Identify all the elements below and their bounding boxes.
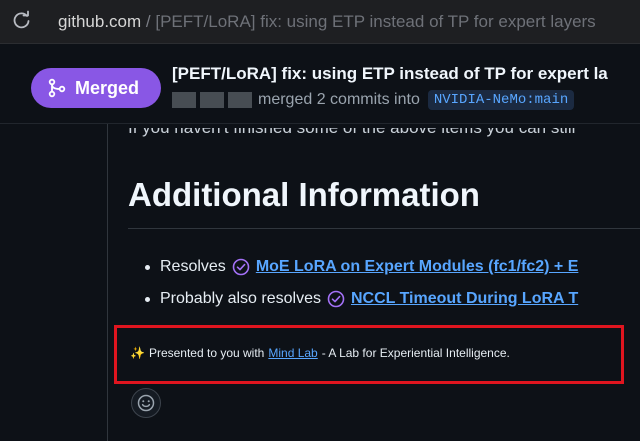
sparkles-icon: ✨ (130, 346, 145, 360)
url-path: [PEFT/LoRA] fix: using ETP instead of TP… (155, 12, 596, 31)
browser-address-bar: github.com / [PEFT/LoRA] fix: using ETP … (0, 0, 640, 44)
bullet-dot (145, 264, 150, 270)
avatar[interactable] (200, 92, 224, 108)
merged-status-badge: Merged (31, 68, 161, 108)
note-prefix: Presented to you with (148, 346, 265, 360)
git-merge-icon (48, 78, 66, 98)
reload-icon[interactable] (12, 10, 32, 30)
issue-closed-icon (232, 258, 250, 276)
issue-link[interactable]: NCCL Timeout During LoRA T (351, 290, 578, 308)
section-heading: Additional Information (128, 176, 480, 213)
heading-divider (128, 228, 640, 229)
avatar[interactable] (172, 92, 196, 108)
list-item: Resolves MoE LoRA on Expert Modules (fc1… (145, 258, 578, 276)
issue-closed-icon (327, 290, 345, 308)
merged-label: Merged (75, 77, 140, 98)
smiley-icon (137, 394, 155, 412)
list-item: Probably also resolves NCCL Timeout Duri… (145, 290, 578, 308)
target-branch-label[interactable]: NVIDIA-NeMo:main (427, 90, 575, 110)
pr-merge-summary: merged 2 commits into NVIDIA-NeMo:main (172, 90, 575, 110)
mindlab-credit-note: ✨ Presented to you with Mind Lab - A Lab… (130, 346, 510, 360)
bullet-dot (145, 296, 150, 302)
url-separator: / (145, 12, 151, 31)
author-avatars[interactable] (172, 92, 252, 108)
avatar[interactable] (228, 92, 252, 108)
issue-link[interactable]: MoE LoRA on Expert Modules (fc1/fc2) + E (256, 258, 579, 276)
bullet-label: Probably also resolves (160, 290, 321, 307)
bullet-label: Resolves (160, 258, 226, 275)
url-field[interactable]: github.com / [PEFT/LoRA] fix: using ETP … (58, 12, 596, 32)
note-suffix: - A Lab for Experiential Intelligence. (321, 346, 510, 360)
pr-title: [PEFT/LoRA] fix: using ETP instead of TP… (172, 64, 608, 83)
pr-sticky-header: Merged [PEFT/LoRA] fix: using ETP instea… (0, 44, 640, 124)
merged-text: merged 2 commits into (258, 91, 420, 108)
pr-description-panel (107, 124, 640, 441)
url-domain: github.com (58, 12, 142, 31)
mindlab-link[interactable]: Mind Lab (268, 346, 317, 360)
add-reaction-button[interactable] (131, 388, 161, 418)
